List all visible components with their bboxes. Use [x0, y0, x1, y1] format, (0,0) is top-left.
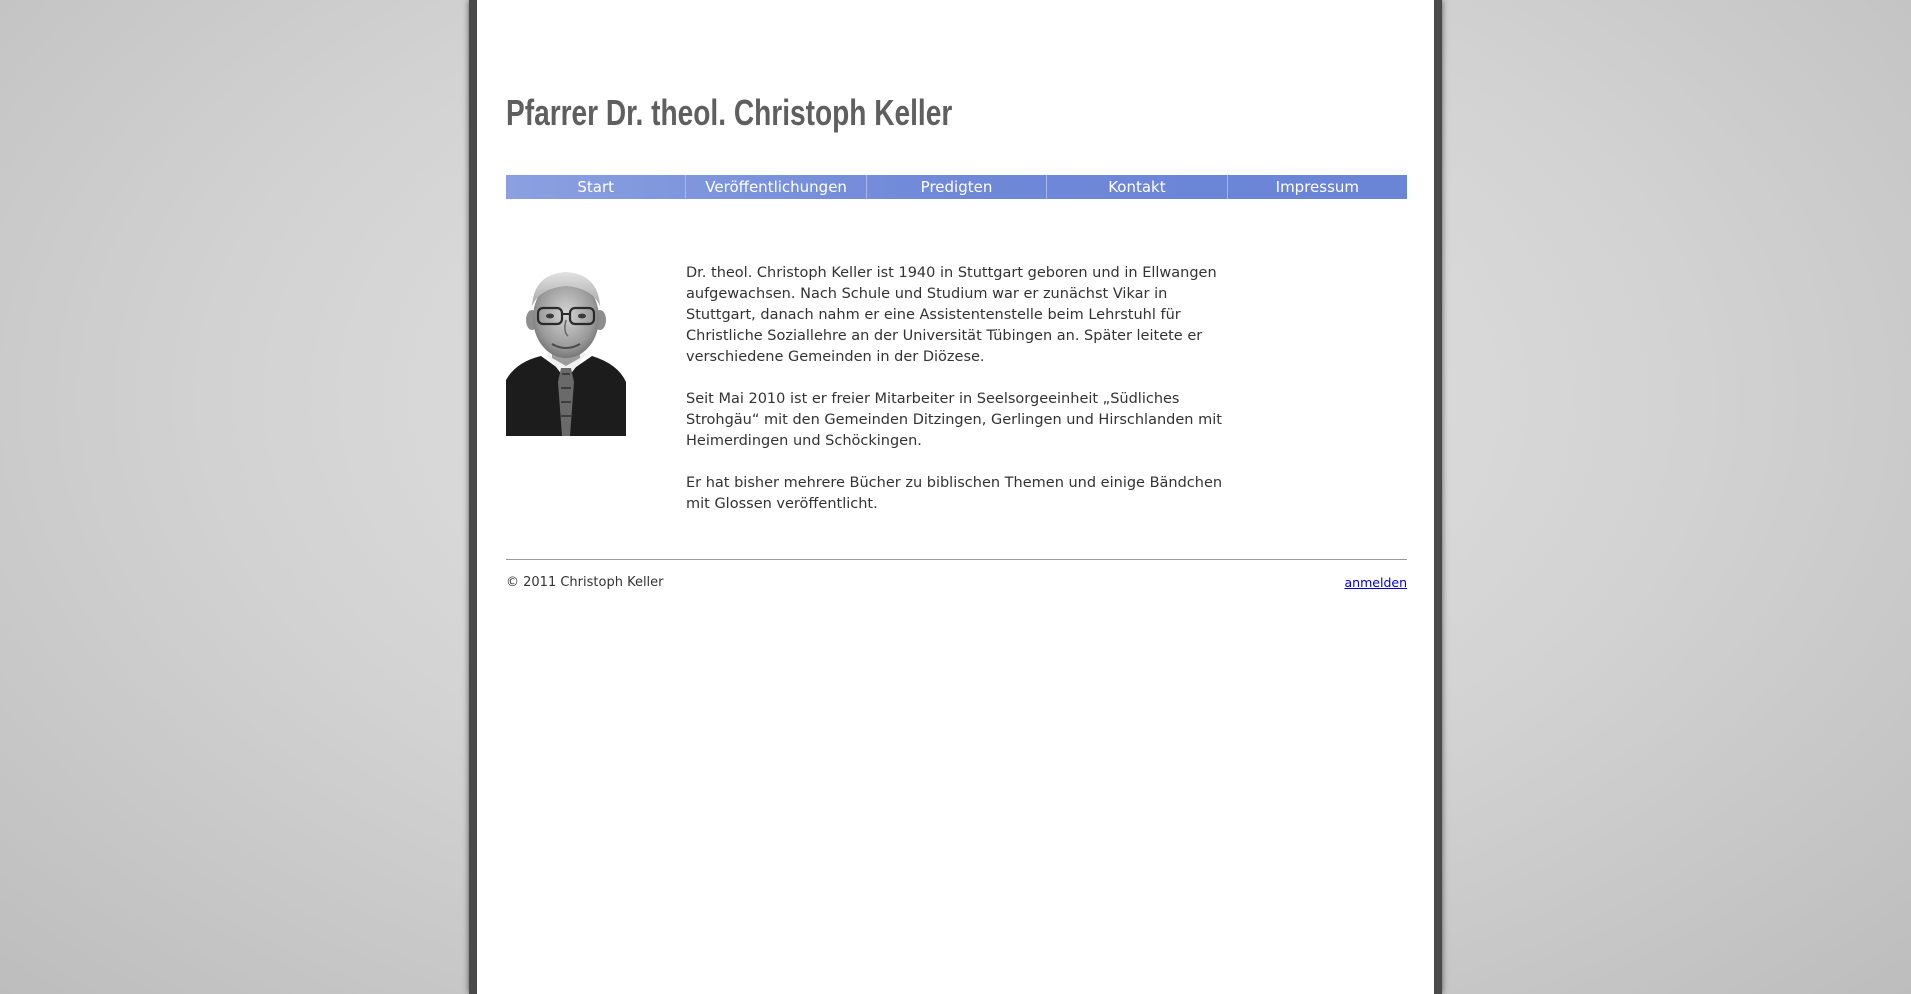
portrait-photo-icon [506, 262, 626, 436]
page-frame: Pfarrer Dr. theol. Christoph Keller Star… [469, 0, 1442, 994]
copyright-text: © 2011 Christoph Keller [506, 575, 664, 590]
portrait-photo [506, 262, 626, 436]
nav-item-publications[interactable]: Veröffentlichungen [686, 175, 867, 199]
site-title: Pfarrer Dr. theol. Christoph Keller [506, 92, 953, 133]
nav-item-sermons[interactable]: Predigten [867, 175, 1048, 199]
main-nav: Start Veröffentlichungen Predigten Konta… [506, 175, 1407, 199]
login-link[interactable]: anmelden [1345, 575, 1407, 590]
biography-paragraph-3: Er hat bisher mehrere Bücher zu biblisch… [686, 475, 1223, 512]
biography-paragraph-2: Seit Mai 2010 ist er freier Mitarbeiter … [686, 391, 1222, 449]
biography-text: Dr. theol. Christoph Keller ist 1940 in … [686, 263, 1226, 536]
page-content: Pfarrer Dr. theol. Christoph Keller Star… [477, 0, 1434, 994]
nav-item-start[interactable]: Start [506, 175, 687, 199]
nav-item-contact[interactable]: Kontakt [1047, 175, 1228, 199]
nav-item-imprint[interactable]: Impressum [1228, 175, 1407, 199]
biography-paragraph-1: Dr. theol. Christoph Keller ist 1940 in … [686, 265, 1217, 365]
footer-divider [506, 559, 1407, 560]
